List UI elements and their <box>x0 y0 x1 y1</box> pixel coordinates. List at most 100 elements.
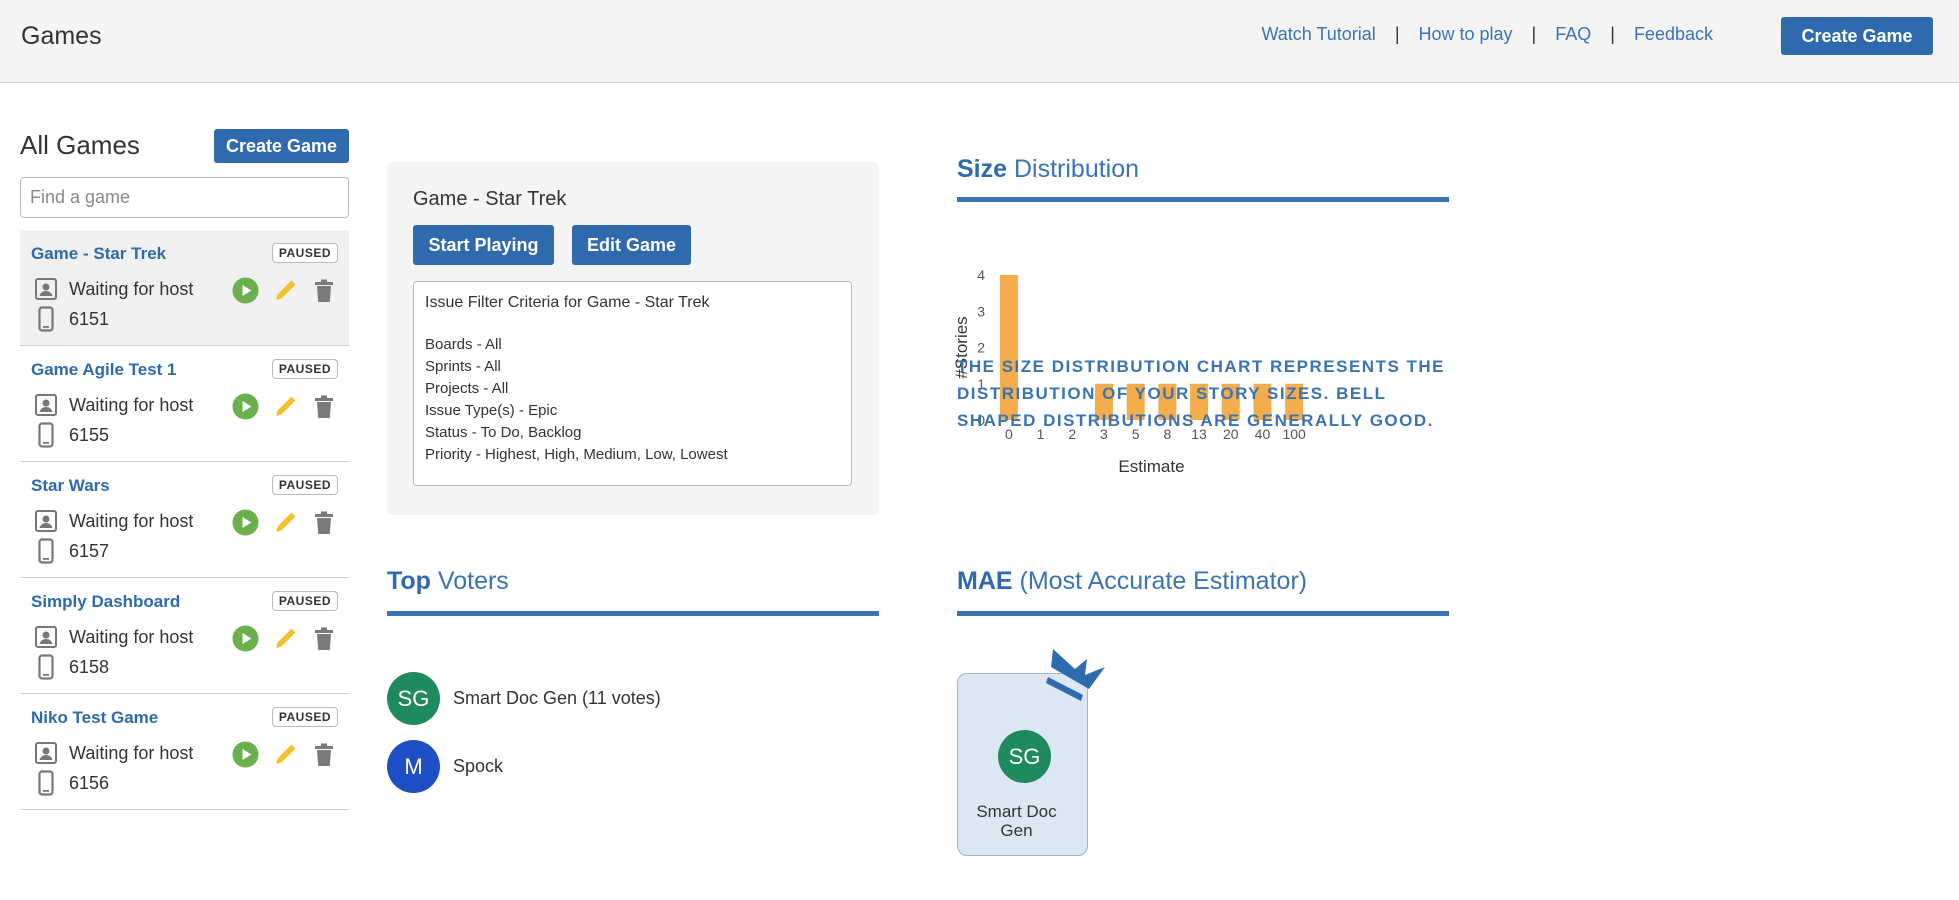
filter-priority: Priority - Highest, High, Medium, Low, L… <box>425 446 728 463</box>
size-distribution-heading-rest: Distribution <box>1013 155 1140 183</box>
size-distribution-heading-bold: Size <box>957 155 1008 183</box>
play-icon[interactable] <box>232 277 259 304</box>
trash-icon[interactable] <box>310 393 337 420</box>
host-status-row: Waiting for host <box>33 276 193 302</box>
filter-sprints: Sprints - All <box>425 358 501 375</box>
pencil-icon[interactable] <box>271 393 298 420</box>
header-create-game-button[interactable]: Create Game <box>1781 17 1933 55</box>
edit-game-button[interactable]: Edit Game <box>572 225 691 265</box>
game-code-row: 6156 <box>33 770 109 796</box>
trash-icon[interactable] <box>310 741 337 768</box>
voter-avatar: SG <box>387 672 440 725</box>
mae-heading: MAE (Most Accurate Estimator) <box>957 567 1307 596</box>
size-distribution-heading: Size Distribution <box>957 155 1139 184</box>
user-icon <box>33 740 59 766</box>
user-icon <box>33 392 59 418</box>
sidebar-title: All Games <box>20 130 140 160</box>
game-actions <box>232 741 337 768</box>
nav-faq[interactable]: FAQ <box>1555 24 1591 45</box>
game-code-row: 6158 <box>33 654 109 680</box>
status-badge: PAUSED <box>271 243 338 263</box>
game-panel: Game - Star Trek Start Playing Edit Game… <box>387 162 879 515</box>
nav-how-to-play[interactable]: How to play <box>1419 24 1513 45</box>
voter-name: Smart Doc Gen (11 votes) <box>453 688 661 708</box>
voter-avatar: M <box>387 740 440 793</box>
host-status-text: Waiting for host <box>69 626 194 647</box>
host-status-text: Waiting for host <box>69 510 194 531</box>
mae-avatar: SG <box>998 730 1051 783</box>
filter-projects: Projects - All <box>425 380 509 397</box>
game-code: 6157 <box>69 540 110 561</box>
user-icon <box>33 508 59 534</box>
game-actions <box>232 393 337 420</box>
game-name[interactable]: Game - Star Trek <box>31 244 166 264</box>
filter-status: Status - To Do, Backlog <box>425 424 582 441</box>
user-icon <box>33 624 59 650</box>
start-playing-button[interactable]: Start Playing <box>413 225 554 265</box>
nav-separator: | <box>1394 24 1400 44</box>
game-code-row: 6151 <box>33 306 109 332</box>
voter-name: Spock <box>453 756 504 776</box>
game-name[interactable]: Simply Dashboard <box>31 592 180 612</box>
game-name[interactable]: Niko Test Game <box>31 708 158 728</box>
play-icon[interactable] <box>232 509 259 536</box>
nav-watch-tutorial[interactable]: Watch Tutorial <box>1261 24 1375 45</box>
host-status-text: Waiting for host <box>69 278 194 299</box>
crown-icon <box>1046 649 1105 701</box>
filter-boards: Boards - All <box>425 336 502 353</box>
nav-feedback[interactable]: Feedback <box>1634 24 1713 45</box>
y-tick-label: 4 <box>977 267 985 283</box>
game-code: 6151 <box>69 308 110 329</box>
pencil-icon[interactable] <box>271 625 298 652</box>
pencil-icon[interactable] <box>271 509 298 536</box>
mae-heading-bold: MAE <box>957 567 1013 595</box>
phone-icon <box>33 422 59 448</box>
pencil-icon[interactable] <box>271 277 298 304</box>
y-tick-label: 3 <box>977 303 985 319</box>
status-badge: PAUSED <box>271 707 338 727</box>
nav-separator: | <box>1610 24 1615 44</box>
nav-separator: | <box>1531 24 1537 44</box>
search-input[interactable] <box>20 177 349 218</box>
game-list-item[interactable]: Game Agile Test 1 PAUSED Waiting for hos… <box>20 346 349 462</box>
mae-name: Smart Doc Gen <box>976 802 1057 840</box>
pencil-icon[interactable] <box>271 741 298 768</box>
trash-icon[interactable] <box>310 625 337 652</box>
game-code-row: 6155 <box>33 422 109 448</box>
top-bar: Games Watch Tutorial | How to play | FAQ… <box>0 0 1959 83</box>
host-status-row: Waiting for host <box>33 508 193 534</box>
game-list-item[interactable]: Star Wars PAUSED Waiting for host 6157 <box>20 462 349 578</box>
voter-item: SG Smart Doc Gen (11 votes) <box>387 672 661 725</box>
top-voters-heading: Top Voters <box>387 567 509 596</box>
game-list-item[interactable]: Game - Star Trek PAUSED Waiting for host… <box>20 230 349 346</box>
filter-issue-types: Issue Type(s) - Epic <box>425 402 558 419</box>
game-list-item[interactable]: Niko Test Game PAUSED Waiting for host 6… <box>20 694 349 810</box>
trash-icon[interactable] <box>310 509 337 536</box>
game-actions <box>232 625 337 652</box>
play-icon[interactable] <box>232 741 259 768</box>
status-badge: PAUSED <box>271 591 338 611</box>
filter-criteria-title: Issue Filter Criteria for Game - Star Tr… <box>425 294 710 311</box>
voter-item: M Spock <box>387 740 503 793</box>
game-name[interactable]: Game Agile Test 1 <box>31 360 177 380</box>
trash-icon[interactable] <box>310 277 337 304</box>
app-title: Games <box>21 22 102 50</box>
host-status-row: Waiting for host <box>33 392 193 418</box>
size-distribution-note: The size distribution chart represents t… <box>957 357 1446 430</box>
host-status-row: Waiting for host <box>33 624 193 650</box>
game-code: 6155 <box>69 424 110 445</box>
game-name[interactable]: Star Wars <box>31 476 110 496</box>
top-voters-heading-bold: Top <box>387 567 431 595</box>
mae-rule <box>957 611 1449 616</box>
x-axis-label: Estimate <box>1118 457 1184 476</box>
top-nav: Watch Tutorial | How to play | FAQ | Fee… <box>1261 24 1713 45</box>
sidebar-create-game-button[interactable]: Create Game <box>214 129 349 163</box>
size-distribution-rule <box>957 197 1449 202</box>
host-status-text: Waiting for host <box>69 742 194 763</box>
game-list-item[interactable]: Simply Dashboard PAUSED Waiting for host… <box>20 578 349 694</box>
play-icon[interactable] <box>232 625 259 652</box>
host-status-text: Waiting for host <box>69 394 194 415</box>
top-voters-rule <box>387 611 879 616</box>
play-icon[interactable] <box>232 393 259 420</box>
filter-criteria-box: Issue Filter Criteria for Game - Star Tr… <box>413 281 852 486</box>
